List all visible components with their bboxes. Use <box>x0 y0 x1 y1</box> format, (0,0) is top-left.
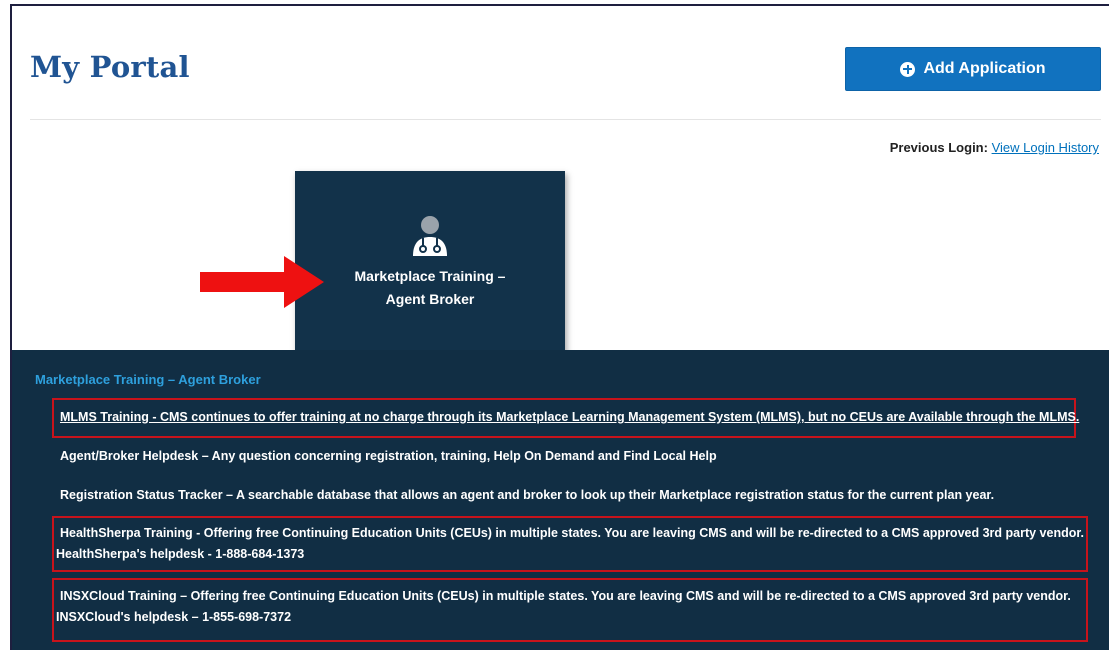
add-application-label: Add Application <box>923 60 1046 77</box>
doctor-user-icon <box>413 216 447 256</box>
healthsherpa-training-item[interactable]: HealthSherpa Training - Offering free Co… <box>60 523 1084 544</box>
previous-login-label: Previous Login: <box>889 140 988 155</box>
plus-circle-icon <box>900 61 916 77</box>
healthsherpa-helpdesk-text: HealthSherpa's helpdesk - 1-888-684-1373 <box>56 547 305 561</box>
red-arrow-icon <box>200 256 324 308</box>
registration-status-tracker-item[interactable]: Registration Status Tracker – A searchab… <box>60 485 994 506</box>
tile-title: Marketplace Training – Agent Broker <box>354 268 506 307</box>
portal-frame: My Portal Add Application Previous Login… <box>10 4 1109 650</box>
add-application-button[interactable]: Add Application <box>845 47 1101 91</box>
agent-broker-helpdesk-item[interactable]: Agent/Broker Helpdesk – Any question con… <box>60 446 717 467</box>
header-divider <box>30 119 1101 120</box>
page-title: My Portal <box>30 50 190 84</box>
previous-login: Previous Login: View Login History <box>890 140 1099 155</box>
view-login-history-link[interactable]: View Login History <box>992 140 1099 155</box>
insxcloud-training-item[interactable]: INSXCloud Training – Offering free Conti… <box>60 586 1071 607</box>
mlms-training-link[interactable]: MLMS Training - CMS continues to offer t… <box>60 407 1079 428</box>
training-panel: Marketplace Training – Agent Broker MLMS… <box>12 350 1109 650</box>
marketplace-training-tile[interactable]: Marketplace Training – Agent Broker <box>295 171 565 356</box>
insxcloud-helpdesk-text: INSXCloud's helpdesk – 1-855-698-7372 <box>56 610 292 624</box>
panel-title: Marketplace Training – Agent Broker <box>35 372 261 387</box>
